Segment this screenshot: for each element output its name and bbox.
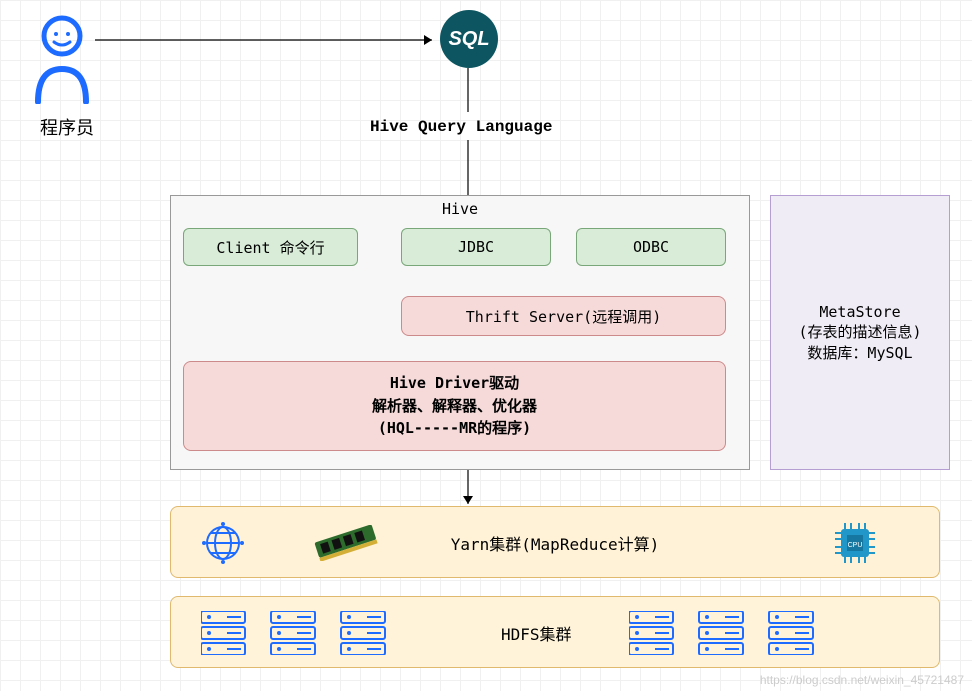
odbc-box: ODBC — [576, 228, 726, 266]
user-icon — [32, 14, 92, 109]
metastore-l3: 数据库：MySQL — [807, 342, 912, 363]
driver-box: Hive Driver驱动 解析器、解释器、优化器 (HQL-----MR的程序… — [183, 361, 726, 451]
thrift-label: Thrift Server(远程调用) — [466, 306, 661, 327]
metastore-l2: (存表的描述信息) — [798, 321, 921, 342]
hive-title: Hive — [171, 196, 749, 218]
hdfs-box: HDFS集群 — [170, 596, 940, 668]
cpu-icon: CPU — [831, 519, 879, 567]
driver-l3: (HQL-----MR的程序) — [378, 417, 531, 440]
watermark: https://blog.csdn.net/weixin_45721487 — [760, 673, 964, 687]
yarn-box: Yarn集群(MapReduce计算) CPU — [170, 506, 940, 578]
jdbc-box: JDBC — [401, 228, 551, 266]
yarn-label: Yarn集群(MapReduce计算) — [171, 531, 939, 555]
hdfs-label: HDFS集群 — [501, 621, 572, 645]
hql-label: Hive Query Language — [370, 118, 552, 136]
driver-l1: Hive Driver驱动 — [390, 372, 519, 395]
metastore-box: MetaStore (存表的描述信息) 数据库：MySQL — [770, 195, 950, 470]
user-label: 程序员 — [40, 114, 94, 140]
client-label: Client 命令行 — [216, 237, 324, 258]
client-box: Client 命令行 — [183, 228, 358, 266]
server-icon — [201, 611, 401, 659]
svg-text:CPU: CPU — [848, 542, 863, 549]
sql-node: SQL — [440, 10, 498, 68]
metastore-l1: MetaStore — [819, 303, 900, 321]
jdbc-label: JDBC — [458, 238, 494, 256]
thrift-box: Thrift Server(远程调用) — [401, 296, 726, 336]
server-icon — [629, 611, 829, 659]
odbc-label: ODBC — [633, 238, 669, 256]
driver-l2: 解析器、解释器、优化器 — [372, 395, 537, 418]
sql-label: SQL — [448, 28, 489, 51]
hive-container: Hive Client 命令行 JDBC ODBC Thrift Server(… — [170, 195, 750, 470]
